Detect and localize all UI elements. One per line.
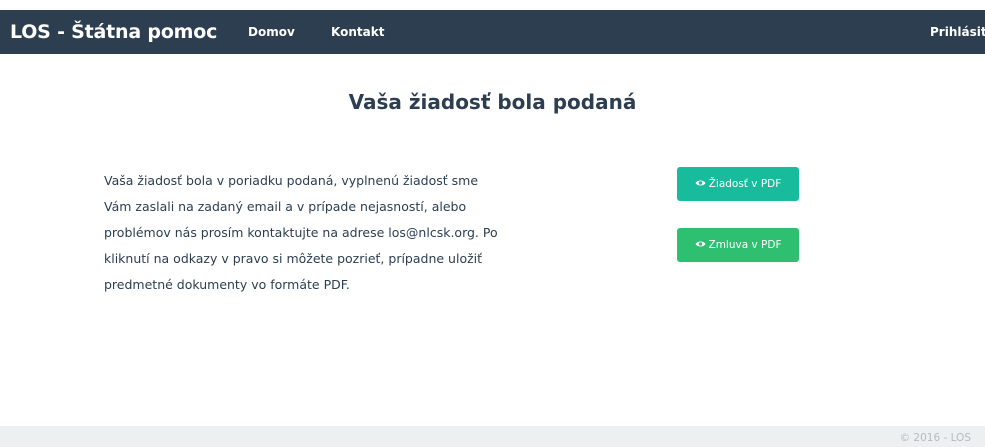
eye-icon	[695, 241, 705, 247]
confirmation-message: Vaša žiadosť bola v poriadku podaná, vyp…	[104, 168, 574, 298]
contract-pdf-label: Zmluva v PDF	[708, 239, 782, 251]
request-pdf-label: Žiadosť v PDF	[708, 178, 782, 190]
top-navbar: LOS - Štátna pomoc Domov Kontakt Prihlás…	[0, 10, 985, 54]
page-title: Vaša žiadosť bola podaná	[348, 90, 637, 114]
contract-pdf-button[interactable]: Zmluva v PDF	[677, 228, 799, 262]
page: LOS - Štátna pomoc Domov Kontakt Prihlás…	[0, 0, 985, 447]
nav-contact-link[interactable]: Kontakt	[331, 10, 384, 54]
message-line: Vaša žiadosť bola v poriadku podaná, vyp…	[104, 173, 479, 188]
brand-link[interactable]: LOS - Štátna pomoc	[10, 10, 217, 54]
footer: © 2016 - LOS	[0, 426, 985, 447]
message-line: Vám zaslali na zadaný email a v prípade …	[104, 199, 467, 214]
message-line: predmetné dokumenty vo formáte PDF.	[104, 277, 350, 292]
message-line: problémov nás prosím kontaktujte na adre…	[104, 225, 498, 240]
request-pdf-button[interactable]: Žiadosť v PDF	[677, 167, 799, 201]
copyright-text: © 2016 - LOS	[899, 432, 971, 444]
nav-home-link[interactable]: Domov	[248, 10, 295, 54]
eye-icon	[695, 180, 706, 186]
login-link[interactable]: Prihlásiť	[930, 10, 985, 54]
message-line: kliknutí na odkazy v pravo si môžete poz…	[104, 251, 483, 266]
